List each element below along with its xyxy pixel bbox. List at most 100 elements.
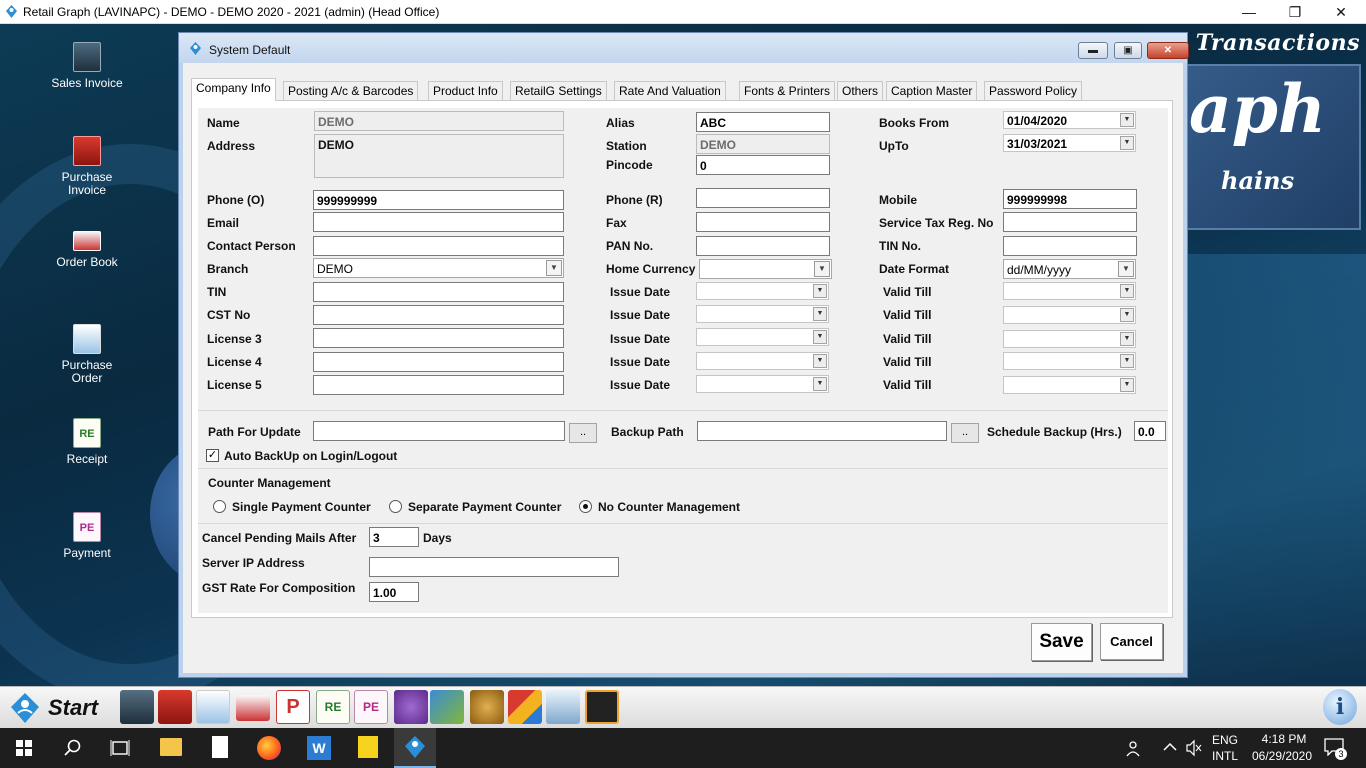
chevron-down-icon[interactable]: ▼ xyxy=(813,354,827,368)
chevron-down-icon[interactable]: ▼ xyxy=(1118,261,1134,277)
chevron-down-icon[interactable]: ▼ xyxy=(1120,378,1134,392)
tab-fonts-printers[interactable]: Fonts & Printers xyxy=(739,81,836,100)
dialog-restore-button[interactable]: ▣ xyxy=(1114,42,1142,59)
tab-company-info[interactable]: Company Info xyxy=(191,78,276,101)
tab-posting-barcodes[interactable]: Posting A/c & Barcodes xyxy=(283,81,419,100)
auto-backup-checkbox[interactable]: ✓ xyxy=(206,449,219,462)
info-icon[interactable]: i xyxy=(1323,689,1357,725)
order-book-icon[interactable] xyxy=(236,695,270,721)
license5-field[interactable] xyxy=(313,375,564,395)
language-indicator-top[interactable]: ENG xyxy=(1212,733,1238,747)
price-list-icon[interactable]: P xyxy=(276,690,310,724)
desktop-icon-purchase-order[interactable]: Purchase Order xyxy=(37,324,137,385)
purchase-order-icon[interactable] xyxy=(196,690,230,724)
document-icon[interactable] xyxy=(212,736,228,758)
chevron-down-icon[interactable]: ▼ xyxy=(1120,332,1134,346)
license4-field[interactable] xyxy=(313,352,564,372)
app-minimize-button[interactable]: — xyxy=(1226,0,1272,24)
chevron-down-icon[interactable]: ▼ xyxy=(546,260,562,276)
start-logo-icon[interactable] xyxy=(8,691,42,725)
start-button[interactable]: Start xyxy=(48,695,98,721)
tab-password-policy[interactable]: Password Policy xyxy=(984,81,1083,100)
sales-invoice-icon[interactable] xyxy=(120,690,154,724)
desktop-icon-payment[interactable]: PE Payment xyxy=(37,512,137,560)
chevron-down-icon[interactable]: ▼ xyxy=(1120,308,1134,322)
license4-issue-date-picker[interactable]: ▼ xyxy=(696,352,829,370)
name-field[interactable]: DEMO xyxy=(314,111,564,131)
service-tax-field[interactable] xyxy=(1003,212,1137,232)
chevron-down-icon[interactable]: ▼ xyxy=(814,261,830,277)
license3-valid-till-picker[interactable]: ▼ xyxy=(1003,330,1136,348)
chevron-down-icon[interactable]: ▼ xyxy=(813,330,827,344)
task-view-icon[interactable] xyxy=(110,739,130,757)
dialog-minimize-button[interactable]: ▬ xyxy=(1078,42,1108,59)
path-update-browse-button[interactable]: .. xyxy=(569,423,597,443)
cancel-button[interactable]: Cancel xyxy=(1100,623,1163,660)
separate-payment-counter-radio[interactable] xyxy=(389,500,402,513)
desktop-icon-order-book[interactable]: Order Book xyxy=(37,231,137,269)
cst-valid-till-picker[interactable]: ▼ xyxy=(1003,306,1136,324)
chevron-down-icon[interactable]: ▼ xyxy=(813,284,827,298)
search-icon[interactable] xyxy=(64,739,82,757)
desktop-icon-sales-invoice[interactable]: Sales Invoice xyxy=(37,42,137,90)
language-indicator-bottom[interactable]: INTL xyxy=(1212,749,1238,763)
date-format-dropdown[interactable]: dd/MM/yyyy ▼ xyxy=(1003,259,1136,279)
single-payment-counter-radio[interactable] xyxy=(213,500,226,513)
license5-issue-date-picker[interactable]: ▼ xyxy=(696,375,829,393)
server-ip-field[interactable] xyxy=(369,557,619,577)
pan-field[interactable] xyxy=(696,236,830,256)
branch-dropdown[interactable]: DEMO ▼ xyxy=(313,258,564,278)
receipt-icon[interactable]: RE xyxy=(316,690,350,724)
license5-valid-till-picker[interactable]: ▼ xyxy=(1003,376,1136,394)
tin-valid-till-picker[interactable]: ▼ xyxy=(1003,282,1136,300)
retail-graph-taskbar-button[interactable] xyxy=(394,728,436,768)
settings-icon[interactable] xyxy=(585,690,619,724)
contact-person-field[interactable] xyxy=(313,236,564,256)
address-field[interactable]: DEMO xyxy=(314,134,564,178)
tin-no-field[interactable] xyxy=(1003,236,1137,256)
alias-field[interactable]: ABC xyxy=(696,112,830,132)
schedule-backup-field[interactable]: 0.0 xyxy=(1134,421,1166,441)
clock-time[interactable]: 4:18 PM xyxy=(1257,732,1311,746)
app-close-button[interactable]: ✕ xyxy=(1318,0,1364,24)
word-icon[interactable]: W xyxy=(307,736,331,760)
license4-valid-till-picker[interactable]: ▼ xyxy=(1003,352,1136,370)
phone-office-field[interactable]: 999999999 xyxy=(313,190,564,210)
chevron-down-icon[interactable]: ▼ xyxy=(1120,284,1134,298)
books-from-picker[interactable]: 01/04/2020 ▼ xyxy=(1003,111,1136,129)
tin-field[interactable] xyxy=(313,282,564,302)
people-icon[interactable] xyxy=(1126,739,1144,757)
gst-composition-field[interactable]: 1.00 xyxy=(369,582,419,602)
license3-field[interactable] xyxy=(313,328,564,348)
tab-rate-valuation[interactable]: Rate And Valuation xyxy=(614,81,726,100)
tab-others[interactable]: Others xyxy=(837,81,884,100)
cst-issue-date-picker[interactable]: ▼ xyxy=(696,305,829,323)
upto-picker[interactable]: 31/03/2021 ▼ xyxy=(1003,134,1136,152)
clock-date[interactable]: 06/29/2020 xyxy=(1248,749,1316,763)
dialog-close-button[interactable]: ✕ xyxy=(1147,42,1189,59)
chevron-down-icon[interactable]: ▼ xyxy=(1120,113,1134,127)
chevron-up-icon[interactable] xyxy=(1162,739,1178,755)
tools-icon[interactable] xyxy=(394,690,428,724)
phone-residence-field[interactable] xyxy=(696,188,830,208)
money-bag-icon[interactable] xyxy=(470,690,504,724)
transfer-icon[interactable] xyxy=(430,690,464,724)
no-counter-management-radio[interactable] xyxy=(579,500,592,513)
cst-field[interactable] xyxy=(313,305,564,325)
printer-icon[interactable] xyxy=(546,690,580,724)
firefox-icon[interactable] xyxy=(257,736,281,760)
fax-field[interactable] xyxy=(696,212,830,232)
tab-caption-master[interactable]: Caption Master xyxy=(886,81,978,100)
chevron-down-icon[interactable]: ▼ xyxy=(1120,136,1134,150)
license3-issue-date-picker[interactable]: ▼ xyxy=(696,328,829,346)
save-button[interactable]: Save xyxy=(1031,623,1092,661)
windows-start-icon[interactable] xyxy=(16,740,32,756)
speaker-muted-icon[interactable] xyxy=(1185,739,1203,757)
path-for-update-field[interactable] xyxy=(313,421,565,441)
email-field[interactable] xyxy=(313,212,564,232)
app-restore-button[interactable]: ❐ xyxy=(1272,0,1318,24)
purchase-invoice-icon[interactable] xyxy=(158,690,192,724)
tin-issue-date-picker[interactable]: ▼ xyxy=(696,282,829,300)
sticky-notes-icon[interactable] xyxy=(358,736,378,758)
shapes-icon[interactable] xyxy=(508,690,542,724)
